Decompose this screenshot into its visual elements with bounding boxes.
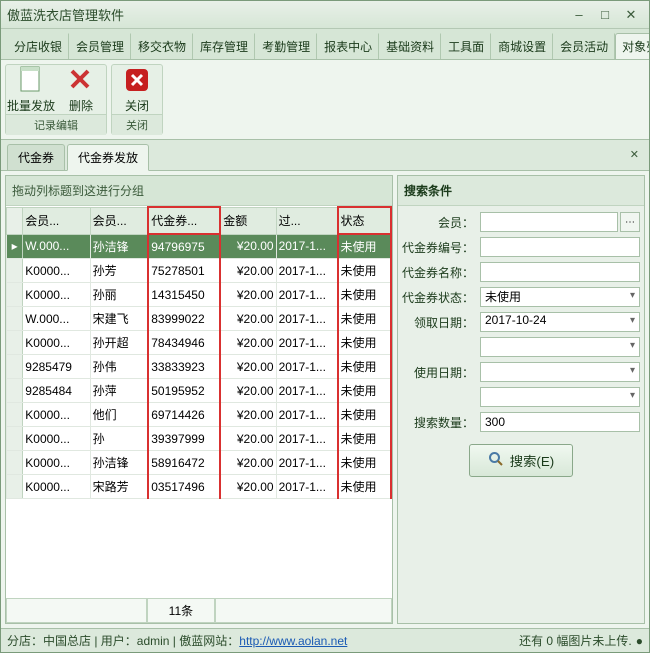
col-header[interactable]: 金额 (220, 207, 276, 234)
table-row[interactable]: K0000...孙芳75278501¥20.002017-1...未使用 (7, 259, 392, 283)
window-title: 傲蓝洗衣店管理软件 (7, 5, 565, 24)
table-row[interactable]: K0000...孙39397999¥20.002017-1...未使用 (7, 427, 392, 451)
main-tab-8[interactable]: 商城设置 (491, 33, 553, 59)
main-tab-10[interactable]: 对象列 (615, 33, 649, 60)
sub-tabs: 代金券代金券发放 ✕ (1, 140, 649, 171)
col-header[interactable]: 过... (276, 207, 337, 234)
voucher-grid[interactable]: 会员...会员...代金券...金额过... 状态▸W.000...孙洁锋947… (6, 206, 392, 499)
search-panel: 搜索条件 会员：⋯ 代金券编号： 代金券名称： 代金券状态：未使用▾ 领取日期：… (397, 175, 645, 624)
main-tab-9[interactable]: 会员活动 (553, 33, 615, 59)
sub-tab-1[interactable]: 代金券发放 (67, 144, 149, 171)
maximize-button[interactable]: □ (593, 6, 617, 24)
member-lookup-button[interactable]: ⋯ (620, 212, 640, 232)
website-link[interactable]: http://www.aolan.net (239, 634, 347, 648)
search-button[interactable]: 搜索(E) (469, 444, 573, 477)
table-row[interactable]: K0000...孙洁锋58916472¥20.002017-1...未使用 (7, 451, 392, 475)
grid-panel: 拖动列标题到这进行分组 会员...会员...代金券...金额过... 状态▸W.… (5, 175, 393, 624)
ribbon-group-label: 关闭 (112, 114, 162, 135)
status-left: 分店：中国总店 | 用户：admin | 傲蓝网站： (7, 632, 239, 649)
table-row[interactable]: K0000...孙开超78434946¥20.002017-1...未使用 (7, 331, 392, 355)
col-header[interactable]: 会员... (23, 207, 90, 234)
chevron-down-icon: ▾ (630, 315, 635, 326)
ribbon-group-label: 记录编辑 (6, 114, 106, 135)
chevron-down-icon: ▾ (630, 365, 635, 376)
delete-button[interactable]: 删除 (56, 65, 106, 114)
main-tab-1[interactable]: 会员管理 (69, 33, 131, 59)
receive-date-combo[interactable]: 2017-10-24▾ (480, 312, 640, 332)
col-header[interactable]: 会员... (90, 207, 148, 234)
document-icon (16, 65, 46, 95)
sub-tab-0[interactable]: 代金券 (7, 144, 65, 170)
main-tab-5[interactable]: 报表中心 (317, 33, 379, 59)
app-window: 傲蓝洗衣店管理软件 – □ ✕ 分店收银会员管理移交衣物库存管理考勤管理报表中心… (0, 0, 650, 653)
ribbon-group-edit: 批量发放 删除 记录编辑 (5, 64, 107, 135)
table-row[interactable]: K0000...宋路芳03517496¥20.002017-1...未使用 (7, 475, 392, 499)
main-tab-4[interactable]: 考勤管理 (255, 33, 317, 59)
chevron-down-icon: ▾ (630, 390, 635, 401)
main-tab-6[interactable]: 基础资料 (379, 33, 441, 59)
use-date-combo[interactable]: ▾ (480, 362, 640, 382)
main-tab-7[interactable]: 工具面 (441, 33, 491, 59)
member-input[interactable] (480, 212, 618, 232)
table-row[interactable]: 9285484孙萍50195952¥20.002017-1...未使用 (7, 379, 392, 403)
voucher-status-combo[interactable]: 未使用▾ (480, 287, 640, 307)
batch-issue-button[interactable]: 批量发放 (6, 65, 56, 114)
chevron-down-icon: ▾ (630, 290, 635, 301)
delete-x-icon (66, 65, 96, 95)
search-qty-input[interactable] (480, 412, 640, 432)
minimize-button[interactable]: – (567, 6, 591, 24)
close-button[interactable]: ✕ (619, 6, 643, 24)
table-row[interactable]: ▸W.000...孙洁锋94796975¥20.002017-1...未使用 (7, 234, 392, 259)
search-form: 会员：⋯ 代金券编号： 代金券名称： 代金券状态：未使用▾ 领取日期：2017-… (398, 206, 644, 483)
ribbon-group-close: 关闭 关闭 (111, 64, 163, 135)
receive-date-to-combo[interactable]: ▾ (480, 337, 640, 357)
ribbon: 批量发放 删除 记录编辑 关闭 关闭 (1, 60, 649, 140)
main-tab-3[interactable]: 库存管理 (193, 33, 255, 59)
status-right: 还有 0 幅图片未上传. (519, 632, 632, 649)
statusbar: 分店：中国总店 | 用户：admin | 傲蓝网站： http://www.ao… (1, 628, 649, 652)
content-area: 拖动列标题到这进行分组 会员...会员...代金券...金额过... 状态▸W.… (1, 171, 649, 628)
close-panel-button[interactable]: 关闭 (112, 65, 162, 114)
voucher-name-input[interactable] (480, 262, 640, 282)
grid-footer: 11条 (6, 598, 392, 623)
voucher-no-input[interactable] (480, 237, 640, 257)
chevron-down-icon: ▾ (630, 340, 635, 351)
close-tab-icon[interactable]: ✕ (626, 144, 643, 170)
close-red-icon (122, 65, 152, 95)
col-header[interactable]: 状态 (338, 207, 392, 234)
status-dot: ● (636, 634, 643, 648)
col-header[interactable]: 代金券... (148, 207, 220, 234)
grid-wrap: 会员...会员...代金券...金额过... 状态▸W.000...孙洁锋947… (6, 206, 392, 598)
group-by-bar[interactable]: 拖动列标题到这进行分组 (6, 176, 392, 206)
search-title: 搜索条件 (398, 176, 644, 206)
titlebar: 傲蓝洗衣店管理软件 – □ ✕ (1, 1, 649, 29)
main-tab-2[interactable]: 移交衣物 (131, 33, 193, 59)
row-count: 11条 (147, 598, 215, 623)
table-row[interactable]: W.000...宋建飞83999022¥20.002017-1...未使用 (7, 307, 392, 331)
magnifier-icon (488, 451, 504, 470)
main-tabs: 分店收银会员管理移交衣物库存管理考勤管理报表中心基础资料工具面商城设置会员活动对… (1, 29, 649, 60)
main-tab-0[interactable]: 分店收银 (7, 33, 69, 59)
table-row[interactable]: K0000...他们69714426¥20.002017-1...未使用 (7, 403, 392, 427)
table-row[interactable]: K0000...孙丽14315450¥20.002017-1...未使用 (7, 283, 392, 307)
use-date-to-combo[interactable]: ▾ (480, 387, 640, 407)
table-row[interactable]: 9285479孙伟33833923¥20.002017-1...未使用 (7, 355, 392, 379)
